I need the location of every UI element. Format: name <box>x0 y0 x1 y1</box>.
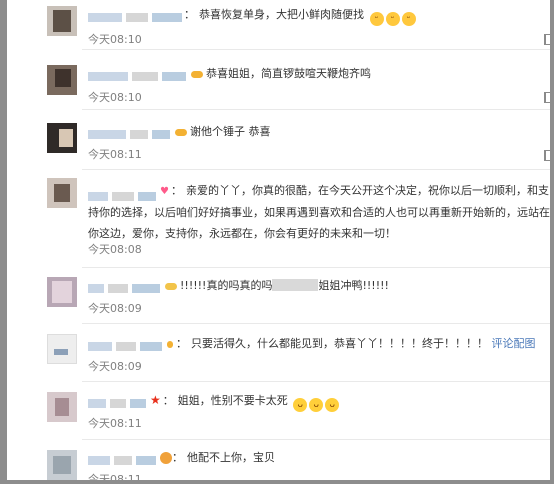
avatar[interactable] <box>47 123 77 153</box>
member-badge-icon <box>175 128 187 136</box>
comment-item: ♥：亲爱的丫丫，你真的很酷，在今天公开这个决定，祝你以后一切顺利，和支持你的选择… <box>7 170 550 268</box>
comment-line: ♥：亲爱的丫丫，你真的很酷，在今天公开这个决定，祝你以后一切顺利，和支持你的选择… <box>88 184 550 240</box>
comment-text: 亲爱的丫丫，你真的很酷，在今天公开这个决定，祝你以后一切顺利，和支持你的选择，以… <box>88 184 550 240</box>
avatar[interactable] <box>47 450 77 480</box>
username-redacted[interactable] <box>88 454 156 465</box>
comment-text: 谢他个锤子 恭喜 <box>190 125 271 138</box>
comment-image-link[interactable]: 评论配图 <box>492 337 536 350</box>
avatar[interactable] <box>47 334 77 364</box>
username-redacted[interactable] <box>88 340 162 351</box>
comment-text-prefix: !!!!!!真的吗真的吗 <box>180 279 273 292</box>
avatar[interactable] <box>47 392 77 422</box>
heart-badge-icon: ♥ <box>160 186 169 197</box>
comment-line: ：只要活得久，什么都能见到，恭喜丫丫！！！！终于！！！！ 评论配图 <box>88 336 536 352</box>
username-redacted[interactable] <box>88 11 182 22</box>
laugh-emoji-icon: ᴗ <box>293 398 308 412</box>
avatar[interactable] <box>47 178 77 208</box>
comment-item: ：恭喜恢复单身，大把小鲜肉随便找 ᵕᵕᵕ 今天08:10 <box>7 0 550 50</box>
grin-emoji-icon: ᵕ <box>385 12 400 26</box>
star-badge-icon: ★ <box>150 393 161 407</box>
window-frame-left <box>0 0 7 484</box>
comment-item: 恭喜姐姐，简直锣鼓喧天鞭炮齐鸣 今天08:10 <box>7 50 550 110</box>
comment-line: ：恭喜恢复单身，大把小鲜肉随便找 ᵕᵕᵕ <box>88 7 416 26</box>
comment-feed: ：恭喜恢复单身，大把小鲜肉随便找 ᵕᵕᵕ 今天08:10 恭喜姐姐，简直锣鼓喧天… <box>7 0 550 480</box>
reply-marker[interactable] <box>544 92 550 103</box>
comment-item: ★：姐姐，性别不要卡太死 ᴗᴗᴗ 今天08:11 <box>7 382 550 440</box>
avatar[interactable] <box>47 6 77 36</box>
comment-item: ：只要活得久，什么都能见到，恭喜丫丫！！！！终于！！！！ 评论配图 今天08:0… <box>7 324 550 382</box>
comment-line: ：他配不上你，宝贝 <box>88 450 275 466</box>
comment-time: 今天08:09 <box>88 360 142 373</box>
reply-marker[interactable] <box>544 150 550 161</box>
laugh-emoji-icon: ᴗ <box>309 398 324 412</box>
comment-item: 谢他个锤子 恭喜 今天08:11 <box>7 110 550 170</box>
member-badge-icon <box>191 70 203 78</box>
laugh-emoji-icon: ᴗ <box>325 398 340 412</box>
comment-time: 今天08:11 <box>88 148 142 161</box>
comment-text: 恭喜姐姐，简直锣鼓喧天鞭炮齐鸣 <box>206 67 371 80</box>
window-frame-bottom <box>0 480 554 484</box>
member-emoji-badge-icon <box>160 452 172 464</box>
comment-text: 恭喜恢复单身，大把小鲜肉随便找 <box>199 8 364 21</box>
redacted-name <box>272 279 319 291</box>
comment-line: 恭喜姐姐，简直锣鼓喧天鞭炮齐鸣 <box>88 66 371 82</box>
comment-time: 今天08:09 <box>88 302 142 315</box>
reply-marker[interactable] <box>544 34 550 45</box>
comment-time: 今天08:11 <box>88 473 142 480</box>
comment-line: 谢他个锤子 恭喜 <box>88 124 271 140</box>
comment-text: 姐姐，性别不要卡太死 <box>177 394 288 407</box>
avatar[interactable] <box>47 65 77 95</box>
comment-line: ★：姐姐，性别不要卡太死 ᴗᴗᴗ <box>88 392 340 412</box>
comment-line: !!!!!!真的吗真的吗 姐姐冲鸭!!!!!! <box>88 278 389 294</box>
comment-text: 只要活得久，什么都能见到，恭喜丫丫！！！！终于！！！！ <box>191 337 488 350</box>
member-badge-icon <box>167 340 173 348</box>
comment-time: 今天08:10 <box>88 91 142 104</box>
window-frame-right <box>550 0 554 484</box>
comment-time: 今天08:11 <box>88 417 142 430</box>
username-redacted[interactable] <box>88 187 156 201</box>
member-badge-icon <box>165 282 177 290</box>
comment-time: 今天08:10 <box>88 33 142 46</box>
username-redacted[interactable] <box>88 397 146 408</box>
comment-text-suffix: 姐姐冲鸭!!!!!! <box>318 279 389 292</box>
username-redacted[interactable] <box>88 128 170 139</box>
grin-emoji-icon: ᵕ <box>369 12 384 26</box>
comment-item: ：他配不上你，宝贝 今天08:11 <box>7 440 550 480</box>
username-redacted[interactable] <box>88 70 186 81</box>
grin-emoji-icon: ᵕ <box>401 12 416 26</box>
comment-text: 他配不上你，宝贝 <box>187 451 275 464</box>
comment-item: !!!!!!真的吗真的吗 姐姐冲鸭!!!!!! 今天08:09 <box>7 268 550 324</box>
comment-time: 今天08:08 <box>88 243 142 256</box>
avatar[interactable] <box>47 277 77 307</box>
username-redacted[interactable] <box>88 282 160 293</box>
